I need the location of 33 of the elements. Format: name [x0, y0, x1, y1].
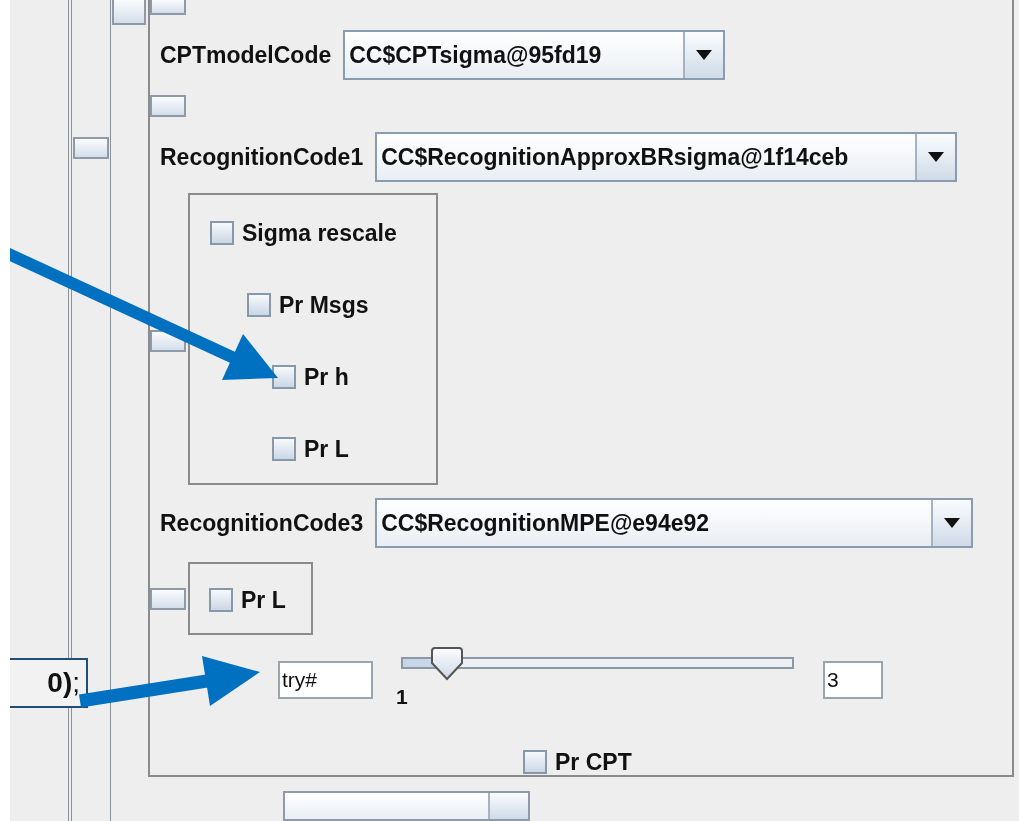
checkbox[interactable]	[210, 221, 234, 245]
checkbox-label: Sigma rescale	[242, 219, 397, 247]
checkbox[interactable]	[247, 293, 271, 317]
field-label: RecognitionCode3	[160, 509, 364, 537]
code-callout: 0);	[10, 658, 88, 708]
checkbox-label: Pr CPT	[555, 748, 632, 776]
caret-icon	[928, 152, 945, 162]
checkbox[interactable]	[272, 437, 296, 461]
field-label: CPTmodelCode	[160, 41, 332, 69]
checkbox-label: Pr Msgs	[279, 291, 369, 319]
checkbox[interactable]	[272, 365, 296, 389]
slider-thumb[interactable]	[429, 647, 464, 681]
small-button[interactable]	[150, 95, 186, 117]
checkbox-label: Pr h	[304, 363, 349, 391]
small-button[interactable]	[112, 0, 146, 25]
small-button[interactable]	[150, 588, 186, 610]
dropdown[interactable]: CC$RecognitionMPE@e94e92	[375, 498, 974, 548]
checkbox-label: Pr L	[304, 435, 349, 463]
small-button[interactable]	[150, 0, 186, 15]
caret-icon	[944, 518, 961, 528]
dropdown[interactable]	[283, 791, 530, 821]
checkbox[interactable]	[523, 750, 547, 774]
slider[interactable]	[401, 647, 794, 679]
small-button[interactable]	[73, 137, 109, 159]
field-label: RecognitionCode1	[160, 143, 364, 171]
caret-icon	[696, 50, 713, 60]
slider-min-label: 1	[396, 685, 408, 709]
dropdown[interactable]: CC$RecognitionApproxBRsigma@1f14ceb	[375, 132, 958, 182]
checkbox[interactable]	[209, 588, 233, 612]
checkbox-label: Pr L	[241, 586, 286, 614]
number-field[interactable]: 3	[823, 661, 883, 699]
text-field[interactable]: try#	[278, 661, 373, 699]
dropdown[interactable]: CC$CPTsigma@95fd19	[343, 30, 726, 80]
